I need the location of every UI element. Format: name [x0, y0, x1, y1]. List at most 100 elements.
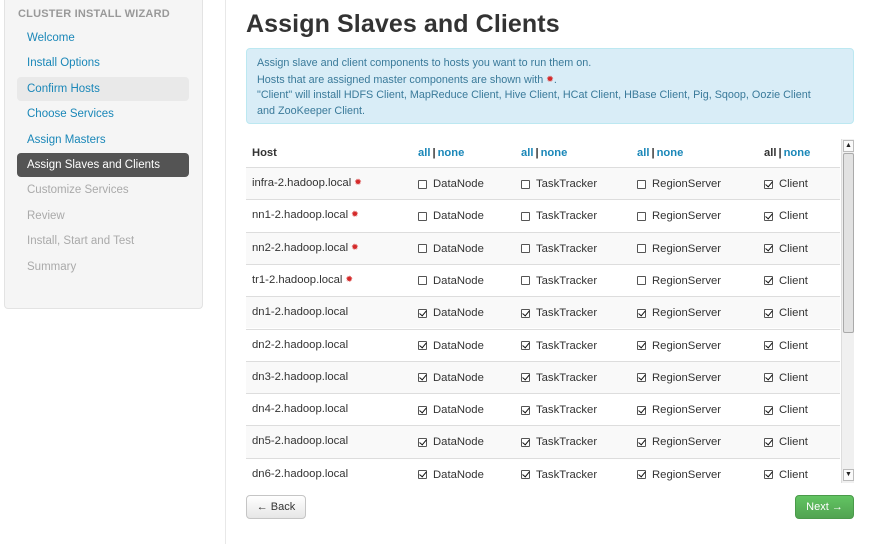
tasktracker-checkbox[interactable]: [521, 276, 530, 286]
client-checkbox[interactable]: [764, 437, 773, 447]
client-checkbox-label[interactable]: Client: [764, 210, 808, 222]
sidebar-item-assign-masters[interactable]: Assign Masters: [17, 128, 189, 152]
regionserver-checkbox[interactable]: [637, 179, 646, 189]
tasktracker-select-all-link[interactable]: all: [521, 147, 533, 159]
tasktracker-checkbox[interactable]: [521, 437, 530, 447]
next-button[interactable]: Next →: [795, 495, 854, 519]
tasktracker-checkbox[interactable]: [521, 211, 530, 221]
tasktracker-checkbox[interactable]: [521, 179, 530, 189]
tasktracker-checkbox[interactable]: [521, 341, 530, 350]
tasktracker-checkbox-label[interactable]: TaskTracker: [521, 210, 597, 222]
tasktracker-checkbox-label[interactable]: TaskTracker: [521, 404, 597, 416]
client-checkbox[interactable]: [764, 405, 773, 415]
regionserver-checkbox[interactable]: [637, 341, 646, 350]
client-checkbox[interactable]: [764, 308, 773, 318]
datanode-checkbox-label[interactable]: DataNode: [418, 275, 484, 287]
datanode-checkbox-label[interactable]: DataNode: [418, 178, 484, 190]
sidebar-item-confirm-hosts[interactable]: Confirm Hosts: [17, 76, 189, 101]
tasktracker-checkbox-label[interactable]: TaskTracker: [521, 372, 597, 384]
regionserver-checkbox[interactable]: [637, 373, 646, 383]
client-checkbox[interactable]: [764, 470, 773, 480]
client-checkbox-label[interactable]: Client: [764, 178, 808, 190]
datanode-checkbox[interactable]: [418, 437, 427, 447]
datanode-checkbox-label[interactable]: DataNode: [418, 469, 484, 481]
client-checkbox-label[interactable]: Client: [764, 436, 808, 448]
client-checkbox-label[interactable]: Client: [764, 404, 808, 416]
regionserver-checkbox[interactable]: [637, 244, 646, 254]
tasktracker-checkbox-label[interactable]: TaskTracker: [521, 340, 597, 352]
regionserver-select-all-link[interactable]: all: [637, 147, 649, 159]
client-checkbox-label[interactable]: Client: [764, 340, 808, 352]
scroll-up-arrow-icon[interactable]: ▲: [843, 140, 854, 152]
regionserver-checkbox-label[interactable]: RegionServer: [637, 340, 721, 352]
regionserver-checkbox[interactable]: [637, 211, 646, 221]
tasktracker-checkbox-label[interactable]: TaskTracker: [521, 436, 597, 448]
client-checkbox-label[interactable]: Client: [764, 469, 808, 481]
datanode-checkbox-label[interactable]: DataNode: [418, 436, 484, 448]
client-checkbox-label[interactable]: Client: [764, 275, 808, 287]
datanode-select-none-link[interactable]: none: [438, 147, 465, 159]
client-checkbox[interactable]: [764, 276, 773, 286]
regionserver-checkbox[interactable]: [637, 470, 646, 480]
datanode-checkbox-label[interactable]: DataNode: [418, 307, 484, 319]
client-checkbox-label[interactable]: Client: [764, 372, 808, 384]
regionserver-checkbox-label[interactable]: RegionServer: [637, 275, 721, 287]
tasktracker-checkbox-label[interactable]: TaskTracker: [521, 307, 597, 319]
client-select-none-link[interactable]: none: [784, 147, 811, 159]
separator: |: [778, 147, 782, 159]
tasktracker-checkbox-label[interactable]: TaskTracker: [521, 178, 597, 190]
table-scrollbar[interactable]: ▲ ▼: [841, 139, 854, 483]
regionserver-checkbox[interactable]: [637, 405, 646, 415]
tasktracker-checkbox-label[interactable]: TaskTracker: [521, 469, 597, 481]
client-checkbox[interactable]: [764, 341, 773, 350]
regionserver-checkbox-label[interactable]: RegionServer: [637, 243, 721, 255]
regionserver-checkbox-label[interactable]: RegionServer: [637, 307, 721, 319]
tasktracker-checkbox[interactable]: [521, 308, 530, 318]
regionserver-checkbox[interactable]: [637, 276, 646, 286]
tasktracker-checkbox[interactable]: [521, 405, 530, 415]
datanode-checkbox[interactable]: [418, 405, 427, 415]
regionserver-checkbox[interactable]: [637, 437, 646, 447]
sidebar-item-welcome[interactable]: Welcome: [17, 26, 189, 50]
datanode-checkbox-label[interactable]: DataNode: [418, 404, 484, 416]
datanode-checkbox[interactable]: [418, 211, 427, 221]
regionserver-checkbox-label[interactable]: RegionServer: [637, 210, 721, 222]
scroll-down-arrow-icon[interactable]: ▼: [843, 469, 854, 481]
datanode-checkbox[interactable]: [418, 244, 427, 254]
regionserver-checkbox-label[interactable]: RegionServer: [637, 404, 721, 416]
tasktracker-checkbox-label[interactable]: TaskTracker: [521, 275, 597, 287]
datanode-checkbox-label[interactable]: DataNode: [418, 372, 484, 384]
scrollbar-thumb[interactable]: [843, 153, 854, 333]
back-button[interactable]: ← Back: [246, 495, 306, 519]
datanode-select-all-link[interactable]: all: [418, 147, 430, 159]
datanode-checkbox-label[interactable]: DataNode: [418, 340, 484, 352]
tasktracker-checkbox-label[interactable]: TaskTracker: [521, 243, 597, 255]
sidebar-item-install-options[interactable]: Install Options: [17, 51, 189, 75]
client-checkbox-label[interactable]: Client: [764, 243, 808, 255]
regionserver-checkbox-label[interactable]: RegionServer: [637, 372, 721, 384]
tasktracker-checkbox[interactable]: [521, 244, 530, 254]
datanode-checkbox[interactable]: [418, 470, 427, 480]
regionserver-checkbox-label[interactable]: RegionServer: [637, 469, 721, 481]
client-checkbox[interactable]: [764, 211, 773, 221]
tasktracker-checkbox[interactable]: [521, 470, 530, 480]
client-checkbox[interactable]: [764, 179, 773, 189]
regionserver-checkbox-label[interactable]: RegionServer: [637, 178, 721, 190]
client-checkbox-label[interactable]: Client: [764, 307, 808, 319]
datanode-checkbox[interactable]: [418, 373, 427, 383]
tasktracker-checkbox[interactable]: [521, 373, 530, 383]
datanode-checkbox[interactable]: [418, 276, 427, 286]
datanode-checkbox[interactable]: [418, 179, 427, 189]
sidebar-item-choose-services[interactable]: Choose Services: [17, 102, 189, 126]
regionserver-checkbox[interactable]: [637, 308, 646, 318]
client-checkbox[interactable]: [764, 373, 773, 383]
client-checkbox[interactable]: [764, 244, 773, 254]
regionserver-select-none-link[interactable]: none: [657, 147, 684, 159]
datanode-checkbox[interactable]: [418, 341, 427, 350]
sidebar-item-assign-slaves-and-clients[interactable]: Assign Slaves and Clients: [17, 152, 189, 177]
datanode-checkbox-label[interactable]: DataNode: [418, 243, 484, 255]
tasktracker-select-none-link[interactable]: none: [541, 147, 568, 159]
datanode-checkbox-label[interactable]: DataNode: [418, 210, 484, 222]
regionserver-checkbox-label[interactable]: RegionServer: [637, 436, 721, 448]
datanode-checkbox[interactable]: [418, 308, 427, 318]
